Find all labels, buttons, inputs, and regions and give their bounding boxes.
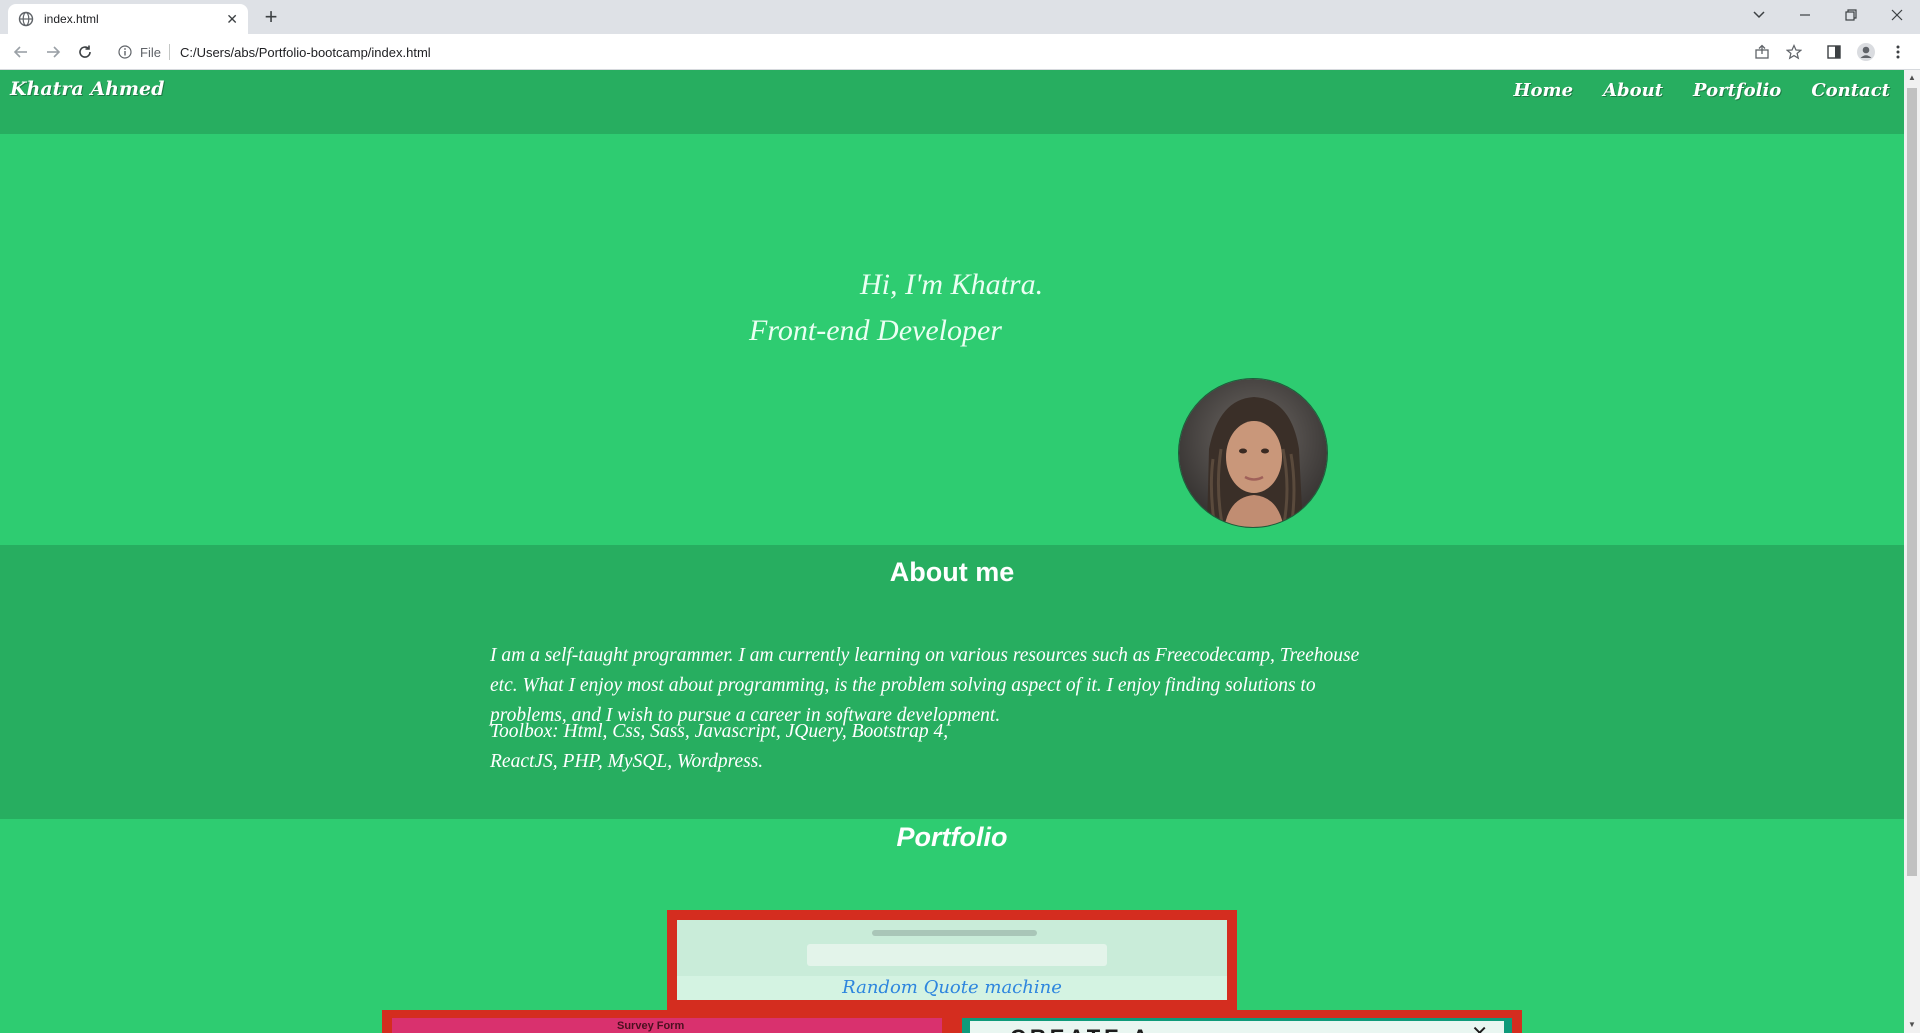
close-window-icon[interactable] [1874, 0, 1920, 30]
profile-photo [1178, 378, 1328, 528]
portfolio-heading: Portfolio [896, 822, 1008, 852]
project-card-create[interactable]: CREATE A ✕ [962, 1018, 1512, 1033]
site-navbar: Khatra Ahmed Home About Portfolio Contac… [0, 70, 1904, 134]
bookmark-star-icon[interactable] [1782, 40, 1806, 64]
side-panel-icon[interactable] [1822, 40, 1846, 64]
toolbox-paragraph: Toolbox: Html, Css, Sass, Javascript, JQ… [490, 721, 949, 772]
scroll-down-arrow-icon[interactable]: ▼ [1904, 1017, 1920, 1033]
omnibox-divider [168, 44, 170, 60]
project-card-row: Survey Form CREATE A ✕ [382, 1010, 1522, 1033]
restore-icon[interactable] [1828, 0, 1874, 30]
nav-home[interactable]: Home [1514, 80, 1574, 101]
reload-icon[interactable] [73, 40, 97, 64]
project-card-survey-form[interactable]: Survey Form [392, 1018, 942, 1033]
about-heading: About me [889, 557, 1015, 587]
project-card-random-quote[interactable]: Random Quote machine [667, 910, 1237, 1010]
page-viewport: Khatra Ahmed Home About Portfolio Contac… [0, 70, 1904, 1033]
globe-icon [18, 11, 34, 27]
nav-about[interactable]: About [1603, 80, 1663, 101]
project-screenshot-title: CREATE A [1010, 1025, 1152, 1033]
hero-role: Front-end Developer [749, 314, 1002, 347]
tab-close-icon[interactable]: ✕ [226, 11, 238, 28]
browser-menu-icon[interactable] [1886, 40, 1910, 64]
scroll-up-arrow-icon[interactable]: ▲ [1904, 70, 1920, 86]
info-icon[interactable] [118, 45, 132, 59]
scroll-thumb[interactable] [1907, 88, 1917, 876]
minimize-icon[interactable] [1782, 0, 1828, 30]
site-brand[interactable]: Khatra Ahmed [10, 78, 164, 100]
new-tab-button[interactable]: + [258, 5, 284, 31]
nav-contact[interactable]: Contact [1811, 80, 1890, 101]
project-screenshot-title: Survey Form [617, 1020, 685, 1032]
nav-portfolio[interactable]: Portfolio [1693, 80, 1781, 101]
back-icon[interactable] [9, 40, 33, 64]
page-scrollbar[interactable]: ▲ ▼ [1904, 70, 1920, 1033]
url-scheme-label: File [140, 44, 161, 60]
tab-title: index.html [44, 12, 99, 26]
browser-tab[interactable]: index.html ✕ [8, 4, 248, 34]
hero-section: Hi, I'm Khatra. Front-end Developer [0, 134, 1904, 545]
nav-links: Home About Portfolio Contact [1514, 80, 1890, 101]
address-bar[interactable]: File C:/Users/abs/Portfolio-bootcamp/ind… [108, 39, 1748, 65]
about-section: About me I am a self-taught programmer. … [0, 545, 1904, 819]
profile-avatar-icon[interactable] [1854, 40, 1878, 64]
share-icon[interactable] [1750, 40, 1774, 64]
browser-tabstrip: index.html ✕ + [0, 0, 1920, 34]
close-icon: ✕ [1471, 1021, 1488, 1033]
tab-search-icon[interactable] [1736, 0, 1782, 30]
url-text[interactable]: C:/Users/abs/Portfolio-bootcamp/index.ht… [180, 45, 431, 60]
browser-toolbar: File C:/Users/abs/Portfolio-bootcamp/ind… [0, 34, 1920, 70]
forward-icon[interactable] [41, 40, 65, 64]
project-caption[interactable]: Random Quote machine [677, 976, 1227, 1000]
project-screenshot [677, 920, 1227, 976]
hero-greeting: Hi, I'm Khatra. [860, 268, 1044, 301]
